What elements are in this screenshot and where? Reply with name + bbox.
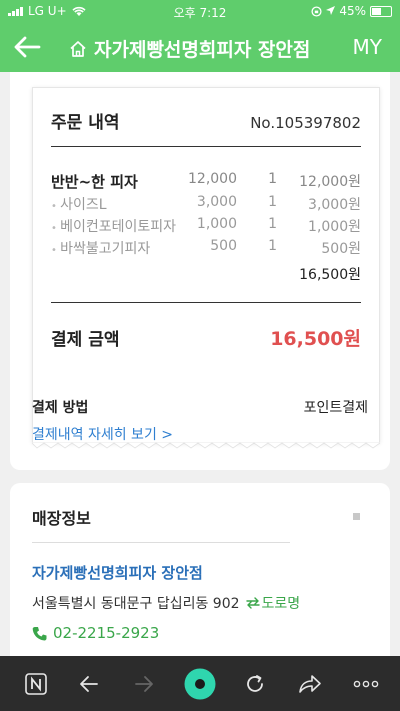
naver-logo-icon	[25, 672, 47, 695]
arrow-left-icon	[80, 675, 98, 692]
option-price: 500	[210, 238, 237, 254]
back-button[interactable]	[67, 656, 111, 711]
payment-detail-link[interactable]: 결제내역 자세히 보기 >	[32, 424, 173, 444]
swap-arrows-icon	[245, 597, 260, 609]
store-name-link[interactable]: 자가제빵선명희피자 장안점	[32, 562, 203, 583]
refresh-button[interactable]	[233, 656, 277, 711]
item-name: 반반~한 피자	[51, 173, 138, 191]
item-qty: 1	[268, 171, 277, 187]
store-phone: 02-2215-2923	[53, 624, 160, 642]
payment-method-value: 포인트결제	[303, 400, 368, 416]
option-name: 베이컨포테이토피자	[51, 216, 176, 236]
phone-icon	[32, 626, 47, 640]
order-option-row: 베이컨포테이토피자 1,000 1 1,000원	[51, 216, 361, 238]
total-label: 결제 금액	[51, 330, 120, 350]
green-dot-button[interactable]	[178, 656, 222, 711]
home-icon	[70, 40, 86, 57]
battery-icon	[370, 5, 392, 17]
order-title: 주문 내역	[51, 113, 120, 133]
option-price: 3,000	[196, 194, 237, 210]
road-address-label: 도로명	[261, 596, 301, 612]
order-number: No.105397802	[250, 114, 361, 132]
share-arrow-icon	[299, 674, 321, 693]
option-amount: 500원	[321, 241, 361, 257]
store-address-row: 서울특별시 동대문구 답십리동 902 도로명	[32, 593, 300, 613]
location-icon	[326, 6, 336, 15]
green-dot-icon	[184, 668, 216, 699]
payment-method-label: 결제 방법	[32, 400, 89, 416]
store-info-card: 매장정보 자가제빵선명희피자 장안점 서울특별시 동대문구 답십리동 902 도…	[10, 483, 390, 663]
my-button[interactable]: MY	[353, 35, 382, 59]
divider	[51, 302, 361, 303]
store-address: 서울특별시 동대문구 답십리동 902	[32, 596, 240, 612]
option-qty: 1	[268, 194, 277, 210]
store-title: 자가제빵선명희피자 장안점	[94, 39, 311, 61]
option-price: 1,000	[196, 216, 237, 232]
refresh-icon	[247, 674, 263, 692]
order-option-row: 바싹불고기피자 500 1 500원	[51, 238, 361, 260]
total-amount: 16,500원	[270, 328, 361, 350]
payment-method-row: 결제 방법 포인트결제	[32, 397, 368, 417]
option-name: 사이즈L	[51, 194, 106, 214]
status-bar: LG U+ 오후 7:12 45%	[0, 0, 400, 22]
order-item-row: 반반~한 피자 12,000 1 12,000원	[51, 171, 361, 193]
battery-percent: 45%	[339, 4, 366, 18]
more-dots-icon	[353, 680, 379, 687]
square-icon	[353, 513, 360, 520]
divider	[32, 542, 290, 543]
app-header: 자가제빵선명희피자 장안점 MY	[0, 22, 400, 72]
option-qty: 1	[268, 238, 277, 254]
forward-button[interactable]	[122, 656, 166, 711]
back-arrow-icon[interactable]	[10, 30, 44, 64]
page-title[interactable]: 자가제빵선명희피자 장안점	[68, 35, 310, 62]
option-name: 바싹불고기피자	[51, 238, 150, 258]
browser-toolbar	[0, 656, 400, 711]
store-section-title: 매장정보	[32, 509, 91, 528]
naver-home-button[interactable]	[14, 656, 58, 711]
share-button[interactable]	[288, 656, 332, 711]
order-subtotal: 16,500원	[299, 267, 361, 283]
option-amount: 1,000원	[308, 219, 361, 235]
more-button[interactable]	[344, 656, 388, 711]
option-qty: 1	[268, 216, 277, 232]
rotation-lock-icon	[311, 5, 322, 17]
option-amount: 3,000원	[308, 197, 361, 213]
road-address-toggle[interactable]: 도로명	[245, 593, 301, 613]
item-price: 12,000	[188, 171, 237, 187]
store-phone-link[interactable]: 02-2215-2923	[32, 624, 159, 642]
order-card: 주문 내역 No.105397802 반반~한 피자 12,000 1 12,0…	[10, 72, 390, 470]
order-receipt: 주문 내역 No.105397802 반반~한 피자 12,000 1 12,0…	[32, 87, 380, 449]
order-option-row: 사이즈L 3,000 1 3,000원	[51, 194, 361, 216]
divider	[51, 146, 361, 147]
arrow-right-icon	[135, 675, 153, 692]
item-amount: 12,000원	[299, 174, 361, 190]
